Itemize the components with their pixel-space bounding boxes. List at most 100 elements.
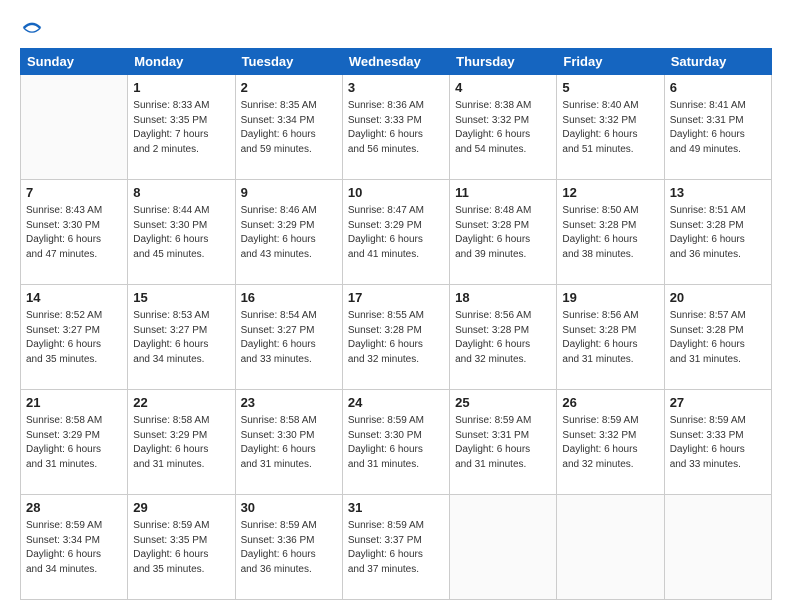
weekday-header-sunday: Sunday [21,49,128,75]
calendar-cell: 11 Sunrise: 8:48 AM Sunset: 3:28 PM Dayli… [450,180,557,285]
day-number: 28 [26,499,122,517]
day-number: 2 [241,79,337,97]
calendar-cell: 29Sunrise: 8:59 AM Sunset: 3:35 PM Dayli… [128,495,235,600]
day-info: Sunrise: 8:33 AM Sunset: 3:35 PM Dayligh… [133,99,229,157]
day-info: Sunrise: 8:53 AM Sunset: 3:27 PM Dayligh… [133,309,229,367]
calendar-cell [450,495,557,600]
day-number: 27 [670,394,766,412]
day-info: Sunrise: 8:47 AM Sunset: 3:29 PM Dayligh… [348,204,444,262]
day-info: Sunrise: 8:35 AM Sunset: 3:34 PM Dayligh… [241,99,337,157]
calendar-cell: 27 Sunrise: 8:59 AM Sunset: 3:33 PM Dayli… [664,390,771,495]
day-number: 14 [26,289,122,307]
day-info: Sunrise: 8:36 AM Sunset: 3:33 PM Dayligh… [348,99,444,157]
weekday-header-friday: Friday [557,49,664,75]
day-info: Sunrise: 8:50 AM Sunset: 3:28 PM Dayligh… [562,204,658,262]
calendar-cell: 8Sunrise: 8:44 AM Sunset: 3:30 PM Daylig… [128,180,235,285]
logo [20,18,42,38]
day-number: 22 [133,394,229,412]
day-number: 13 [670,184,766,202]
day-info: Sunrise: 8:56 AM Sunset: 3:28 PM Dayligh… [562,309,658,367]
calendar-cell: 20 Sunrise: 8:57 AM Sunset: 3:28 PM Dayli… [664,285,771,390]
calendar-cell: 19 Sunrise: 8:56 AM Sunset: 3:28 PM Dayli… [557,285,664,390]
calendar-cell: 31 Sunrise: 8:59 AM Sunset: 3:37 PM Dayli… [342,495,449,600]
day-number: 30 [241,499,337,517]
day-number: 11 [455,184,551,202]
day-number: 12 [562,184,658,202]
calendar-cell: 10Sunrise: 8:47 AM Sunset: 3:29 PM Dayli… [342,180,449,285]
day-number: 29 [133,499,229,517]
calendar-cell: 23Sunrise: 8:58 AM Sunset: 3:30 PM Dayli… [235,390,342,495]
day-number: 21 [26,394,122,412]
calendar-cell: 21 Sunrise: 8:58 AM Sunset: 3:29 PM Dayli… [21,390,128,495]
calendar-week-5: 28 Sunrise: 8:59 AM Sunset: 3:34 PM Dayli… [21,495,772,600]
day-info: Sunrise: 8:57 AM Sunset: 3:28 PM Dayligh… [670,309,766,367]
day-number: 18 [455,289,551,307]
day-number: 24 [348,394,444,412]
calendar-cell [21,75,128,180]
day-info: Sunrise: 8:59 AM Sunset: 3:31 PM Dayligh… [455,414,551,472]
day-info: Sunrise: 8:40 AM Sunset: 3:32 PM Dayligh… [562,99,658,157]
calendar-table: SundayMondayTuesdayWednesdayThursdayFrid… [20,48,772,600]
weekday-header-thursday: Thursday [450,49,557,75]
calendar-cell: 30Sunrise: 8:59 AM Sunset: 3:36 PM Dayli… [235,495,342,600]
calendar-cell: 9 Sunrise: 8:46 AM Sunset: 3:29 PM Daylig… [235,180,342,285]
calendar-week-2: 7 Sunrise: 8:43 AM Sunset: 3:30 PM Daylig… [21,180,772,285]
header-row: SundayMondayTuesdayWednesdayThursdayFrid… [21,49,772,75]
day-info: Sunrise: 8:46 AM Sunset: 3:29 PM Dayligh… [241,204,337,262]
day-number: 15 [133,289,229,307]
day-number: 17 [348,289,444,307]
calendar-cell: 18 Sunrise: 8:56 AM Sunset: 3:28 PM Dayli… [450,285,557,390]
day-info: Sunrise: 8:41 AM Sunset: 3:31 PM Dayligh… [670,99,766,157]
calendar-cell: 1 Sunrise: 8:33 AM Sunset: 3:35 PM Daylig… [128,75,235,180]
day-info: Sunrise: 8:38 AM Sunset: 3:32 PM Dayligh… [455,99,551,157]
day-info: Sunrise: 8:59 AM Sunset: 3:33 PM Dayligh… [670,414,766,472]
day-number: 1 [133,79,229,97]
calendar-week-1: 1 Sunrise: 8:33 AM Sunset: 3:35 PM Daylig… [21,75,772,180]
weekday-header-monday: Monday [128,49,235,75]
day-number: 20 [670,289,766,307]
day-number: 4 [455,79,551,97]
calendar-cell: 6 Sunrise: 8:41 AM Sunset: 3:31 PM Daylig… [664,75,771,180]
day-number: 6 [670,79,766,97]
day-info: Sunrise: 8:44 AM Sunset: 3:30 PM Dayligh… [133,204,229,262]
calendar-cell: 25 Sunrise: 8:59 AM Sunset: 3:31 PM Dayli… [450,390,557,495]
calendar-cell [557,495,664,600]
header [20,18,772,38]
day-info: Sunrise: 8:58 AM Sunset: 3:29 PM Dayligh… [26,414,122,472]
calendar-cell [664,495,771,600]
day-number: 9 [241,184,337,202]
day-number: 16 [241,289,337,307]
day-number: 23 [241,394,337,412]
logo-icon [22,18,42,38]
calendar-week-4: 21 Sunrise: 8:58 AM Sunset: 3:29 PM Dayli… [21,390,772,495]
calendar-cell: 14Sunrise: 8:52 AM Sunset: 3:27 PM Dayli… [21,285,128,390]
weekday-header-wednesday: Wednesday [342,49,449,75]
day-number: 7 [26,184,122,202]
day-info: Sunrise: 8:59 AM Sunset: 3:34 PM Dayligh… [26,519,122,577]
calendar-cell: 17 Sunrise: 8:55 AM Sunset: 3:28 PM Dayli… [342,285,449,390]
day-number: 25 [455,394,551,412]
day-info: Sunrise: 8:43 AM Sunset: 3:30 PM Dayligh… [26,204,122,262]
day-number: 19 [562,289,658,307]
day-number: 3 [348,79,444,97]
day-info: Sunrise: 8:59 AM Sunset: 3:30 PM Dayligh… [348,414,444,472]
calendar-cell: 15 Sunrise: 8:53 AM Sunset: 3:27 PM Dayli… [128,285,235,390]
day-info: Sunrise: 8:59 AM Sunset: 3:37 PM Dayligh… [348,519,444,577]
day-number: 26 [562,394,658,412]
calendar-cell: 24 Sunrise: 8:59 AM Sunset: 3:30 PM Dayli… [342,390,449,495]
calendar-cell: 4 Sunrise: 8:38 AM Sunset: 3:32 PM Daylig… [450,75,557,180]
day-info: Sunrise: 8:55 AM Sunset: 3:28 PM Dayligh… [348,309,444,367]
calendar-cell: 5Sunrise: 8:40 AM Sunset: 3:32 PM Daylig… [557,75,664,180]
weekday-header-saturday: Saturday [664,49,771,75]
calendar-cell: 26Sunrise: 8:59 AM Sunset: 3:32 PM Dayli… [557,390,664,495]
calendar-cell: 13 Sunrise: 8:51 AM Sunset: 3:28 PM Dayli… [664,180,771,285]
calendar-week-3: 14Sunrise: 8:52 AM Sunset: 3:27 PM Dayli… [21,285,772,390]
day-info: Sunrise: 8:48 AM Sunset: 3:28 PM Dayligh… [455,204,551,262]
day-info: Sunrise: 8:51 AM Sunset: 3:28 PM Dayligh… [670,204,766,262]
day-info: Sunrise: 8:58 AM Sunset: 3:29 PM Dayligh… [133,414,229,472]
calendar-cell: 28 Sunrise: 8:59 AM Sunset: 3:34 PM Dayli… [21,495,128,600]
calendar-cell: 2 Sunrise: 8:35 AM Sunset: 3:34 PM Daylig… [235,75,342,180]
day-number: 31 [348,499,444,517]
page: SundayMondayTuesdayWednesdayThursdayFrid… [0,0,792,612]
day-info: Sunrise: 8:56 AM Sunset: 3:28 PM Dayligh… [455,309,551,367]
